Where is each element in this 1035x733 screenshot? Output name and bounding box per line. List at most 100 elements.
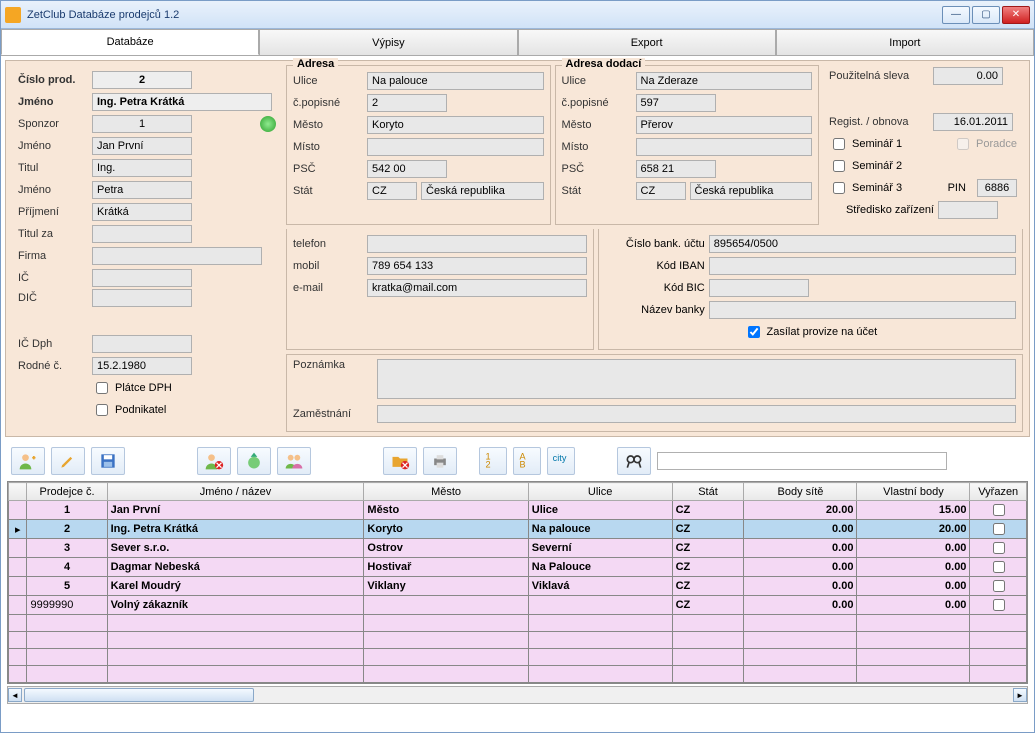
- vyrazen-checkbox[interactable]: [993, 523, 1005, 535]
- mobil-field[interactable]: 789 654 133: [367, 257, 587, 275]
- tab-export[interactable]: Export: [518, 29, 776, 55]
- filter-city-button[interactable]: city: [547, 447, 575, 475]
- col-vyrazen[interactable]: Vyřazen: [970, 483, 1027, 501]
- transfer-button[interactable]: [237, 447, 271, 475]
- jmeno-sponzor-field[interactable]: Jan První: [92, 137, 192, 155]
- table-row[interactable]: 5Karel MoudrýViklanyViklaváCZ0.000.00: [9, 577, 1027, 596]
- table-row[interactable]: 1Jan PrvníMěstoUliceCZ20.0015.00: [9, 501, 1027, 520]
- dodaci-psc-field[interactable]: 658 21: [636, 160, 716, 178]
- vyrazen-checkbox[interactable]: [993, 504, 1005, 516]
- table-row[interactable]: [9, 615, 1027, 632]
- maximize-button[interactable]: ▢: [972, 6, 1000, 24]
- minimize-button[interactable]: —: [942, 6, 970, 24]
- bank-cislo-field[interactable]: 895654/0500: [709, 235, 1016, 253]
- col-vlastni-body[interactable]: Vlastní body: [857, 483, 970, 501]
- table-row[interactable]: 3Sever s.r.o.OstrovSeverníCZ0.000.00: [9, 539, 1027, 558]
- vyrazen-checkbox[interactable]: [993, 580, 1005, 592]
- col-prodejce[interactable]: Prodejce č.: [27, 483, 107, 501]
- tab-import[interactable]: Import: [776, 29, 1034, 55]
- adresa-ulice-field[interactable]: Na palouce: [367, 72, 544, 90]
- sponzor-field[interactable]: 1: [92, 115, 192, 133]
- podnikatel-checkbox[interactable]: [96, 404, 108, 416]
- dic-field[interactable]: [92, 289, 192, 307]
- vyrazen-checkbox[interactable]: [993, 561, 1005, 573]
- users-button[interactable]: [277, 447, 311, 475]
- scroll-thumb[interactable]: [24, 688, 254, 702]
- vyrazen-checkbox[interactable]: [993, 542, 1005, 554]
- folder-delete-button[interactable]: [383, 447, 417, 475]
- horizontal-scrollbar[interactable]: ◄ ►: [7, 686, 1028, 704]
- seminar3-checkbox[interactable]: [833, 182, 845, 194]
- search-button[interactable]: [617, 447, 651, 475]
- dodaci-misto-field[interactable]: [636, 138, 813, 156]
- poznamka-field[interactable]: [377, 359, 1016, 399]
- col-body-site[interactable]: Body sítě: [744, 483, 857, 501]
- table-row[interactable]: [9, 632, 1027, 649]
- ic-dph-field[interactable]: [92, 335, 192, 353]
- titul-za-field[interactable]: [92, 225, 192, 243]
- adresa-mesto-field[interactable]: Koryto: [367, 116, 544, 134]
- vyrazen-checkbox[interactable]: [993, 599, 1005, 611]
- table-row[interactable]: 9999990Volný zákazníkCZ0.000.00: [9, 596, 1027, 615]
- ic-field[interactable]: [92, 269, 192, 287]
- dodaci-ulice-field[interactable]: Na Zderaze: [636, 72, 813, 90]
- data-grid[interactable]: Prodejce č. Jméno / název Město Ulice St…: [7, 481, 1028, 684]
- save-button[interactable]: [91, 447, 125, 475]
- adresa-stat-name-field[interactable]: Česká republika: [421, 182, 544, 200]
- dodaci-mesto-label: Město: [562, 119, 632, 131]
- sleva-field[interactable]: 0.00: [933, 67, 1003, 85]
- zasilat-checkbox[interactable]: [748, 326, 760, 338]
- filter-abc-button[interactable]: AB: [513, 447, 541, 475]
- adresa-psc-field[interactable]: 542 00: [367, 160, 447, 178]
- prijmeni-field[interactable]: Krátká: [92, 203, 192, 221]
- search-input[interactable]: [657, 452, 947, 470]
- adresa-stat-code-field[interactable]: CZ: [367, 182, 417, 200]
- adresa-cpopisne-field[interactable]: 2: [367, 94, 447, 112]
- dodaci-cpopisne-field[interactable]: 597: [636, 94, 716, 112]
- bank-bic-field[interactable]: [709, 279, 809, 297]
- rodne-field[interactable]: 15.2.1980: [92, 357, 192, 375]
- col-ulice[interactable]: Ulice: [528, 483, 672, 501]
- email-field[interactable]: kratka@mail.com: [367, 279, 587, 297]
- bank-nazev-field[interactable]: [709, 301, 1016, 319]
- dodaci-stat-name-field[interactable]: Česká republika: [690, 182, 813, 200]
- titlebar: ZetClub Databáze prodejců 1.2 — ▢ ✕: [1, 1, 1034, 29]
- print-button[interactable]: [423, 447, 457, 475]
- stredisko-field[interactable]: [938, 201, 998, 219]
- table-row[interactable]: ▸2Ing. Petra KrátkáKorytoNa palouceCZ0.0…: [9, 520, 1027, 539]
- tab-databaze[interactable]: Databáze: [1, 29, 259, 55]
- dodaci-mesto-field[interactable]: Přerov: [636, 116, 813, 134]
- filter-123-button[interactable]: 12: [479, 447, 507, 475]
- add-user-button[interactable]: [11, 447, 45, 475]
- seminar2-checkbox[interactable]: [833, 160, 845, 172]
- edit-button[interactable]: [51, 447, 85, 475]
- col-stat[interactable]: Stát: [672, 483, 744, 501]
- firma-label: Firma: [18, 250, 88, 262]
- table-row[interactable]: 4Dagmar NebeskáHostivařNa PalouceCZ0.000…: [9, 558, 1027, 577]
- table-row[interactable]: [9, 649, 1027, 666]
- podnikatel-label: Podnikatel: [115, 404, 166, 416]
- firma-field[interactable]: [92, 247, 262, 265]
- adresa-misto-field[interactable]: [367, 138, 544, 156]
- cislo-prod-field[interactable]: 2: [92, 71, 192, 89]
- pin-field[interactable]: 6886: [977, 179, 1017, 197]
- bank-iban-field[interactable]: [709, 257, 1016, 275]
- telefon-field[interactable]: [367, 235, 587, 253]
- regist-field[interactable]: 16.01.2011: [933, 113, 1013, 131]
- seminar1-checkbox[interactable]: [833, 138, 845, 150]
- dodaci-stat-code-field[interactable]: CZ: [636, 182, 686, 200]
- table-row[interactable]: [9, 666, 1027, 683]
- col-jmeno[interactable]: Jméno / název: [107, 483, 364, 501]
- scroll-left-icon[interactable]: ◄: [8, 688, 22, 702]
- tab-vypisy[interactable]: Výpisy: [259, 29, 517, 55]
- platce-dph-checkbox[interactable]: [96, 382, 108, 394]
- close-button[interactable]: ✕: [1002, 6, 1030, 24]
- sponsor-icon[interactable]: [260, 116, 276, 132]
- col-mesto[interactable]: Město: [364, 483, 528, 501]
- scroll-right-icon[interactable]: ►: [1013, 688, 1027, 702]
- jmeno-field[interactable]: Petra: [92, 181, 192, 199]
- jmeno-full-field[interactable]: Ing. Petra Krátká: [92, 93, 272, 111]
- titul-field[interactable]: Ing.: [92, 159, 192, 177]
- delete-user-button[interactable]: [197, 447, 231, 475]
- zamestnani-field[interactable]: [377, 405, 1016, 423]
